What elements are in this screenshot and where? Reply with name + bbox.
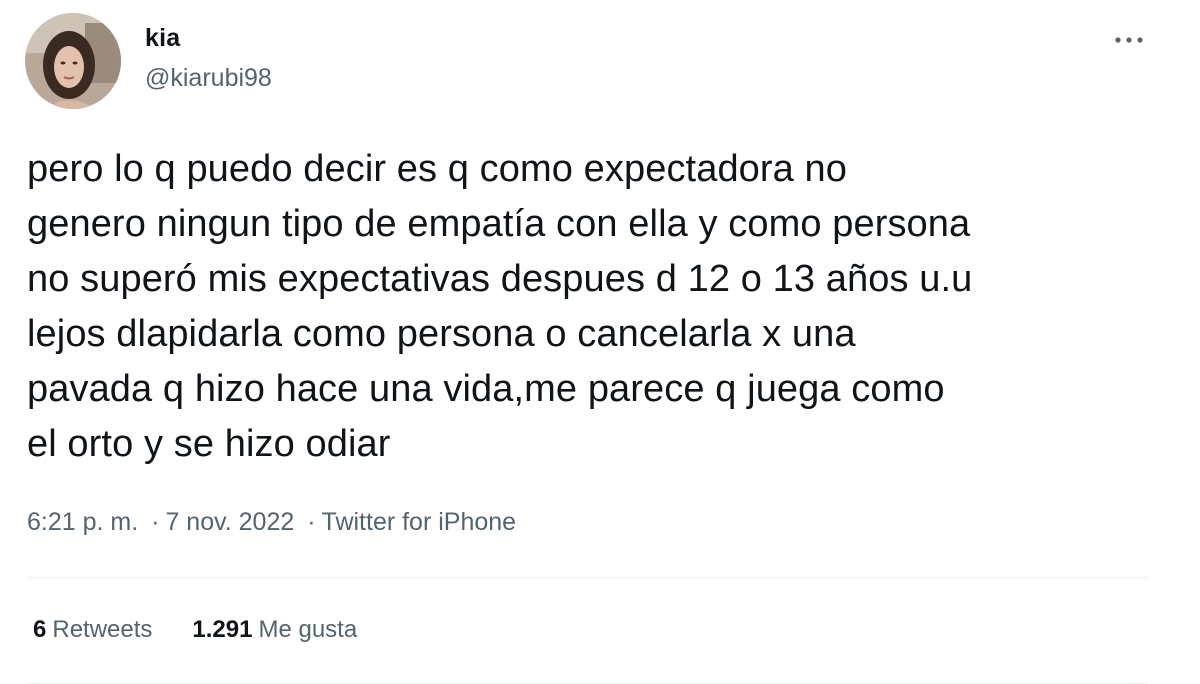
tweet-text: pero lo q puedo decir es q como expectad… xyxy=(27,148,973,465)
avatar[interactable] xyxy=(25,13,121,109)
tweet-time[interactable]: 6:21 p. m. xyxy=(27,508,138,536)
user-handle[interactable]: @kiarubi98 xyxy=(145,64,272,93)
likes-count: 1.291 xyxy=(192,616,253,643)
tweet-meta: 6:21 p. m. · 7 nov. 2022 · Twitter for iPh… xyxy=(27,508,516,537)
retweets-count: 6 xyxy=(33,616,47,643)
retweets-label: Retweets xyxy=(52,616,153,643)
meta-separator: · xyxy=(151,508,160,536)
divider xyxy=(27,577,1148,578)
more-horizontal-icon xyxy=(1115,37,1143,43)
display-name[interactable]: kia xyxy=(145,24,180,53)
tweet-stats: 6 Retweets 1.291 Me gusta xyxy=(33,616,357,644)
likes-stat[interactable]: 1.291 Me gusta xyxy=(192,616,357,644)
tweet-date[interactable]: 7 nov. 2022 xyxy=(165,508,294,536)
avatar-image xyxy=(25,13,121,109)
meta-separator: · xyxy=(307,508,316,536)
tweet-source[interactable]: Twitter for iPhone xyxy=(322,508,517,536)
tweet-card: kia @kiarubi98 pero lo q puedo decir es … xyxy=(0,0,1200,684)
retweets-stat[interactable]: 6 Retweets xyxy=(33,616,152,644)
more-options-button[interactable] xyxy=(1106,22,1152,58)
likes-label: Me gusta xyxy=(258,616,358,643)
